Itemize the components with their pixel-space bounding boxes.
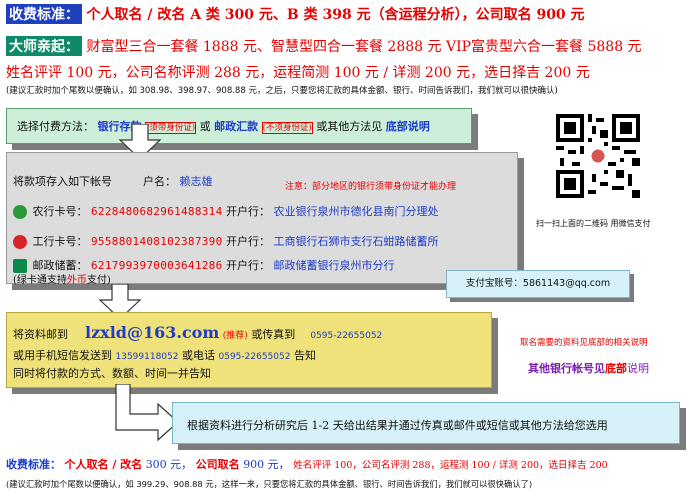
- naming-info-note: 取名需要的资料见底部的相关说明: [520, 338, 648, 348]
- postal-branch: 邮政储蓄银行泉州市分行: [273, 259, 395, 272]
- other-method-text: 或其他方法见: [316, 120, 383, 133]
- postal-branch-label: 开户行：: [226, 259, 271, 272]
- bottom-fee-line: 收费标准： 个人取名 / 改名 300 元， 公司取名 900 元， 姓名评评 …: [6, 456, 608, 472]
- bottom-remittance-tip: (建议汇款时加个尾数以便确认，如 399.29、908.88 元，这样一来，只要…: [6, 479, 533, 489]
- postal-id-note: (不须身份证): [261, 122, 313, 134]
- bottom-company-price: 900 元，: [243, 458, 290, 471]
- holder-label: 户名：: [143, 175, 176, 188]
- abc-bank-icon: [13, 205, 27, 219]
- fax-prefix: 或传真到: [251, 328, 296, 341]
- green-card-prefix: (绿卡通支持: [13, 275, 67, 286]
- payment-method-box: 选择付费方法： 银行存款 (须带身份证) 或 邮政汇款 (不须身份证) 或其他方…: [6, 108, 472, 144]
- green-card-highlight: 外币: [66, 275, 87, 286]
- green-card-note: (绿卡通支持外币支付): [13, 271, 111, 286]
- other-banks-highlight[interactable]: 底部: [605, 362, 627, 375]
- payment-detail-line: 同时将付款的方式、数额、时间一并告知: [13, 367, 211, 380]
- sms-line: 或用手机短信发送到 13599118052 或电话 0595-22655052 …: [13, 347, 316, 363]
- icbc-bank-icon: [13, 235, 27, 249]
- recommend-badge: (推荐): [222, 331, 248, 341]
- wechat-qr-code[interactable]: [556, 114, 640, 198]
- qr-caption: 扫一扫上面的二维码 用微信支付: [536, 219, 651, 228]
- icbc-branch-label: 开户行：: [226, 235, 271, 248]
- icbc-label: 工行卡号：: [32, 235, 88, 248]
- icbc-account-number[interactable]: 9558801408102387390: [91, 235, 223, 248]
- mobile-number[interactable]: 13599118052: [116, 352, 179, 362]
- bottom-company-label: 公司取名: [195, 458, 240, 471]
- phone-prefix: 或电话: [182, 349, 215, 362]
- evaluation-prices-line: 姓名评评 100 元，公司名称评测 288 元，运程简测 100 元 / 详测 …: [6, 65, 590, 81]
- remittance-tip: (建议汇款时加个尾数以便确认，如 308.98、398.97、908.88 元，…: [6, 86, 558, 96]
- id-notice: 注意：部分地区的银行须带身份证才能办理: [285, 182, 457, 192]
- phone-suffix: 告知: [293, 349, 316, 362]
- fax-number[interactable]: 0595-22655052: [310, 331, 382, 341]
- submit-info-box: 将资料邮到 lzxld@163.com (推荐) 或传真到 0595-22655…: [6, 312, 492, 388]
- icbc-account-row: 工行卡号： 9558801408102387390 开户行： 工商银行石狮市支行…: [13, 233, 439, 249]
- result-delivery-text: 根据资料进行分析研究后 1-2 天给出结果并通过传真或邮件或短信或其他方法给您选…: [187, 419, 608, 432]
- bottom-note-link[interactable]: 底部说明: [386, 120, 430, 133]
- result-delivery-box: 根据资料进行分析研究后 1-2 天给出结果并通过传真或邮件或短信或其他方法给您选…: [172, 402, 680, 444]
- postal-remit-option[interactable]: 邮政汇款: [214, 120, 258, 133]
- abc-account-number[interactable]: 6228480682961488314: [91, 205, 223, 218]
- master-text: 财富型三合一套餐 1888 元、智慧型四合一套餐 2888 元 VIP富贵型六合…: [86, 39, 642, 55]
- icbc-branch: 工商银行石狮市支行石蚶路储蓄所: [273, 235, 439, 248]
- phone-number[interactable]: 0595-22655052: [219, 352, 291, 362]
- alipay-account-box[interactable]: 支付宝账号：5861143@qq.com: [446, 270, 630, 298]
- bottom-other-prices: 姓名评评 100，公司名评测 288，运程测 100 / 详测 200，选日择吉…: [293, 460, 608, 471]
- bottom-fee-tag: 收费标准：: [6, 458, 61, 471]
- abc-account-row: 农行卡号： 6228480682961488314 开户行： 农业银行泉州市德化…: [13, 203, 439, 219]
- abc-branch: 农业银行泉州市德化县南门分理处: [273, 205, 439, 218]
- deposit-title: 将款项存入如下帐号: [13, 175, 112, 188]
- deposit-title-line: 将款项存入如下帐号 户名： 赖志雄: [13, 173, 213, 189]
- fee-standard-line: 收费标准： 个人取名 / 改名 A 类 300 元、B 类 398 元（含运程分…: [6, 4, 585, 24]
- abc-branch-label: 开户行：: [226, 205, 271, 218]
- sms-prefix: 或用手机短信发送到: [13, 349, 112, 362]
- fee-standard-tag: 收费标准：: [6, 4, 82, 24]
- other-banks-prefix: 其他银行帐号见: [528, 362, 605, 375]
- master-tag: 大师亲起：: [6, 36, 82, 56]
- abc-label: 农行卡号：: [32, 205, 88, 218]
- send-prefix: 将资料邮到: [13, 328, 68, 341]
- bottom-personal-label: 个人取名 / 改名: [64, 458, 143, 471]
- or-text: 或: [199, 120, 211, 133]
- payment-method-line: 选择付费方法： 银行存款 (须带身份证) 或 邮政汇款 (不须身份证) 或其他方…: [17, 118, 430, 134]
- bank-accounts-box: 将款项存入如下帐号 户名： 赖志雄 注意：部分地区的银行须带身份证才能办理 农行…: [6, 152, 518, 286]
- email-link[interactable]: lzxld@163.com: [85, 323, 219, 342]
- master-packages-line: 大师亲起： 财富型三合一套餐 1888 元、智慧型四合一套餐 2888 元 VI…: [6, 36, 642, 56]
- bottom-personal-price: 300 元，: [145, 458, 193, 471]
- other-banks-note: 其他银行帐号见底部说明: [528, 360, 649, 376]
- bent-arrow-icon: [115, 384, 179, 442]
- email-line: 将资料邮到 lzxld@163.com (推荐) 或传真到 0595-22655…: [13, 323, 382, 342]
- fee-standard-text: 个人取名 / 改名 A 类 300 元、B 类 398 元（含运程分析），公司取…: [86, 7, 585, 23]
- other-banks-suffix: 说明: [627, 362, 649, 375]
- account-holder: 赖志雄: [179, 175, 213, 188]
- payment-method-label: 选择付费方法：: [17, 120, 94, 133]
